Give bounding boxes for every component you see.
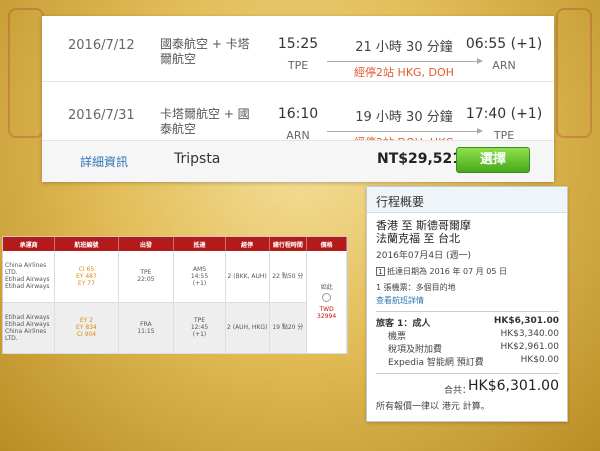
table-row: China Airlines LTD. Etihad Airways Etiha…: [3, 251, 347, 354]
decorative-stamp-left: [8, 8, 44, 138]
departure-block: 16:10 ARN: [274, 106, 322, 142]
carrier-name: China Airlines LTD.: [5, 327, 47, 342]
carrier-cell: China Airlines LTD. Etihad Airways Etiha…: [3, 251, 56, 303]
col-header: 出發: [118, 237, 175, 251]
tax-price: HK$2,961.00: [500, 342, 559, 352]
col-header: 抵達: [173, 237, 226, 251]
flight-number[interactable]: EY 834: [55, 324, 117, 331]
flight-result-card: 2016/7/12 國泰航空 + 卡塔爾航空 15:25 TPE 21 小時 3…: [42, 16, 554, 182]
flight-date: 2016/7/12: [68, 38, 135, 53]
provider-name: Tripsta: [174, 151, 221, 167]
fare-table-panel: 承運商 航班編號 出發 抵達 經停 總行程時間 價格 China Airline…: [2, 236, 348, 354]
carrier-name: China Airlines LTD.: [5, 262, 47, 277]
depart-cell: FRA 11:15: [118, 302, 175, 354]
arrive-cell: TPE 12:45 (+1): [173, 302, 226, 354]
tax-label: 稅項及附加費: [388, 345, 443, 355]
flight-duration: 19 小時 30 分鐘: [355, 110, 453, 125]
flight-number-cell: CI 65 EY 487 EY 77: [54, 251, 119, 303]
carrier-cell: Etihad Airways Etihad Airways China Airl…: [3, 302, 56, 354]
arrival-time: 17:40 (+1): [465, 106, 543, 122]
ticket-price: HK$3,340.00: [500, 329, 559, 339]
details-link[interactable]: 詳細資訊: [80, 153, 128, 170]
departure-time: 15:25: [277, 36, 319, 52]
itinerary-date: 2016年07月4日 (週一): [376, 251, 471, 261]
traveler-price: HK$6,301.00: [493, 316, 559, 326]
flight-duration-block: 21 小時 30 分鐘 經停2站 HKG, DOH: [327, 36, 483, 80]
traveler-label: 旅客 1：成人: [376, 319, 431, 329]
price-caption: 如此: [320, 283, 333, 291]
currency-note: 所有報價一律以 港元 計算。: [376, 402, 490, 412]
booking-fee-price: HK$0.00: [520, 355, 559, 365]
divider: [376, 373, 559, 374]
decorative-stamp-right: [556, 8, 592, 138]
departure-time: 16:10: [277, 106, 319, 122]
departure-airport: TPE: [287, 59, 309, 72]
col-header: 承運商: [3, 237, 56, 251]
arrival-block: 17:40 (+1) TPE: [464, 106, 544, 142]
flight-number[interactable]: EY 77: [55, 280, 117, 287]
booking-fee-row: Expedia 智能網 預訂費 HK$0.00: [376, 355, 559, 368]
card-footer: 詳細資訊 Tripsta NT$29,521 選擇: [42, 140, 554, 182]
depart-cell: TPE 22:05: [118, 251, 175, 303]
itinerary-route: 香港 至 斯德哥爾摩 法蘭克福 至 台北: [376, 219, 471, 245]
price-cell: 如此 TWD 32994: [306, 251, 347, 354]
flight-date: 2016/7/31: [68, 108, 135, 123]
flight-airline: 卡塔爾航空 + 國泰航空: [160, 107, 250, 136]
stops-cell: 2 (BKK, AUH): [225, 251, 270, 303]
divider: [376, 311, 559, 312]
total-row: 合共： HK$6,301.00: [376, 378, 559, 396]
flight-stops: 經停2站 HKG, DOH: [354, 66, 454, 79]
return-note: 1 抵達日期為 2016 年 07 月 05 日: [376, 266, 559, 277]
ticket-row: 機票 HK$3,340.00: [376, 329, 559, 342]
select-button[interactable]: 選擇: [456, 147, 530, 173]
arrival-airport: ARN: [492, 59, 516, 72]
flight-number[interactable]: EY 2: [55, 317, 117, 324]
traveler-row: 旅客 1：成人 HK$6,301.00: [376, 316, 559, 329]
total-label: 合共：: [443, 386, 471, 396]
flight-duration: 21 小時 30 分鐘: [355, 40, 453, 55]
view-flight-details-link[interactable]: 查看航班詳情: [376, 295, 559, 306]
flight-airline: 國泰航空 + 卡塔爾航空: [160, 37, 250, 66]
duration-cell: 19 點20 分: [269, 302, 308, 354]
carrier-name: Etihad Airways: [5, 276, 50, 284]
ticket-line: 1 張機票：多個目的地: [376, 283, 456, 292]
carrier-name: Etihad Airways: [5, 283, 50, 291]
ticket-label: 機票: [388, 332, 407, 342]
arrive-cell: AMS 14:55 (+1): [173, 251, 226, 303]
flight-number[interactable]: CI 65: [55, 266, 117, 273]
tax-row: 稅項及附加費 HK$2,961.00: [376, 342, 559, 355]
price-currency: TWD: [319, 305, 334, 313]
select-fare-radio[interactable]: [322, 292, 332, 302]
carrier-name: Etihad Airways: [5, 320, 50, 328]
price-value: 32994: [317, 312, 337, 320]
col-header: 經停: [225, 237, 270, 251]
info-box-icon: 1: [376, 267, 385, 276]
duration-cell: 22 點50 分: [269, 251, 308, 303]
flight-number[interactable]: EY 487: [55, 273, 117, 280]
fare-price: NT$29,521: [377, 151, 463, 167]
flight-number[interactable]: CI 904: [55, 331, 117, 338]
flight-row-outbound: 2016/7/12 國泰航空 + 卡塔爾航空 15:25 TPE 21 小時 3…: [42, 24, 554, 82]
col-header: 價格: [306, 237, 347, 251]
flight-number-cell: EY 2 EY 834 CI 904: [54, 302, 119, 354]
departure-block: 15:25 TPE: [274, 36, 322, 72]
arrival-block: 06:55 (+1) ARN: [464, 36, 544, 72]
itinerary-summary-panel: 行程概要 香港 至 斯德哥爾摩 法蘭克福 至 台北 2016年07月4日 (週一…: [366, 186, 568, 422]
col-header: 總行程時間: [269, 237, 308, 251]
col-header: 航班編號: [54, 237, 119, 251]
route-arrow-icon: [327, 128, 483, 134]
return-note-text: 抵達日期為 2016 年 07 月 05 日: [387, 267, 507, 276]
route-arrow-icon: [327, 58, 483, 64]
booking-fee-label: Expedia 智能網 預訂費: [388, 358, 484, 368]
stops-cell: 2 (AUH, HKG): [225, 302, 270, 354]
table-row: Etihad Airways Etihad Airways China Airl…: [3, 302, 347, 354]
carrier-name: Etihad Airways: [5, 313, 50, 321]
total-price: HK$6,301.00: [468, 378, 559, 394]
fare-table: 承運商 航班編號 出發 抵達 經停 總行程時間 價格 China Airline…: [3, 237, 347, 354]
fare-table-header: 承運商 航班編號 出發 抵達 經停 總行程時間 價格: [3, 237, 347, 251]
arrival-time: 06:55 (+1): [465, 36, 543, 52]
itinerary-header: 行程概要: [367, 187, 567, 213]
